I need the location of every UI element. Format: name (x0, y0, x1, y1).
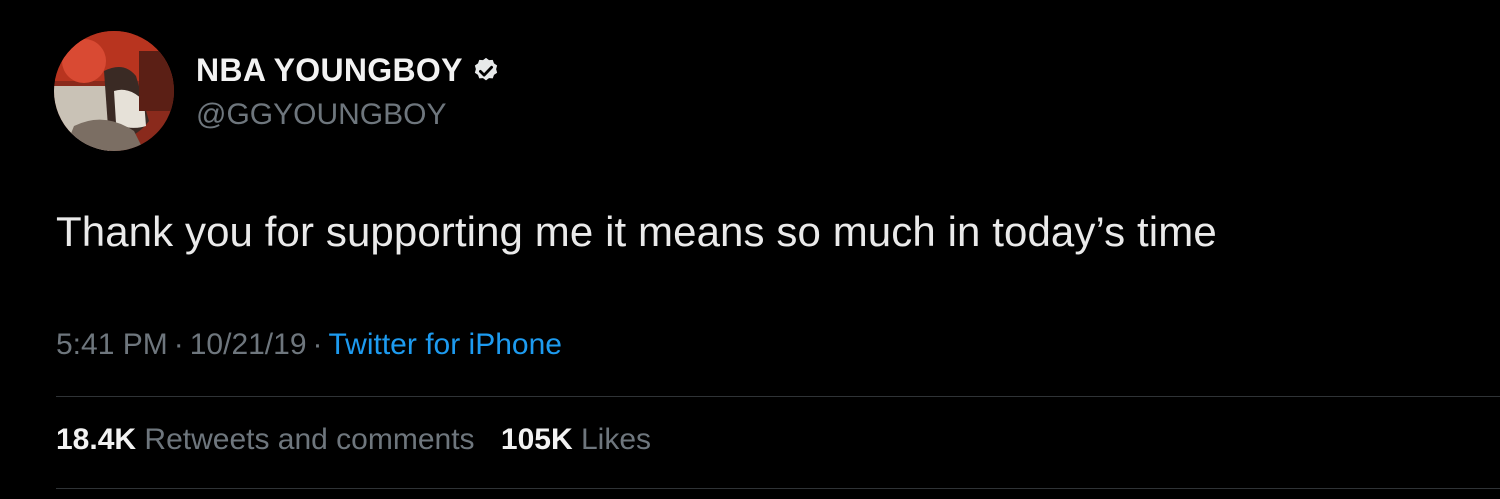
meta-separator: · (173, 328, 184, 361)
likes-stat[interactable]: 105K Likes (501, 423, 651, 456)
avatar-image (54, 31, 174, 151)
tweet-time[interactable]: 5:41 PM (56, 328, 168, 361)
tweet-source-link[interactable]: Twitter for iPhone (329, 328, 562, 361)
author-display-name[interactable]: NBA YOUNGBOY (196, 52, 463, 89)
tweet-text: Thank you for supporting me it means so … (56, 208, 1217, 255)
tweet-card: NBA YOUNGBOY @GGYOUNGBOY Thank you for s… (0, 0, 1500, 499)
tweet-stats: 18.4K Retweets and comments 105K Likes (56, 423, 669, 457)
avatar[interactable] (54, 31, 174, 151)
likes-count: 105K (500, 423, 573, 456)
divider (56, 396, 1500, 397)
author-handle[interactable]: @GGYOUNGBOY (196, 98, 447, 132)
retweets-count: 18.4K (56, 423, 137, 456)
meta-separator: · (312, 328, 323, 361)
tweet-date[interactable]: 10/21/19 (190, 328, 307, 361)
likes-label: Likes (580, 423, 652, 456)
retweets-label: Retweets and comments (144, 423, 475, 456)
tweet-meta: 5:41 PM · 10/21/19 · Twitter for iPhone (56, 328, 562, 362)
retweets-stat[interactable]: 18.4K Retweets and comments (56, 423, 483, 456)
verified-badge-icon (471, 56, 501, 86)
divider (56, 488, 1500, 489)
author-name-row[interactable]: NBA YOUNGBOY (196, 52, 501, 89)
